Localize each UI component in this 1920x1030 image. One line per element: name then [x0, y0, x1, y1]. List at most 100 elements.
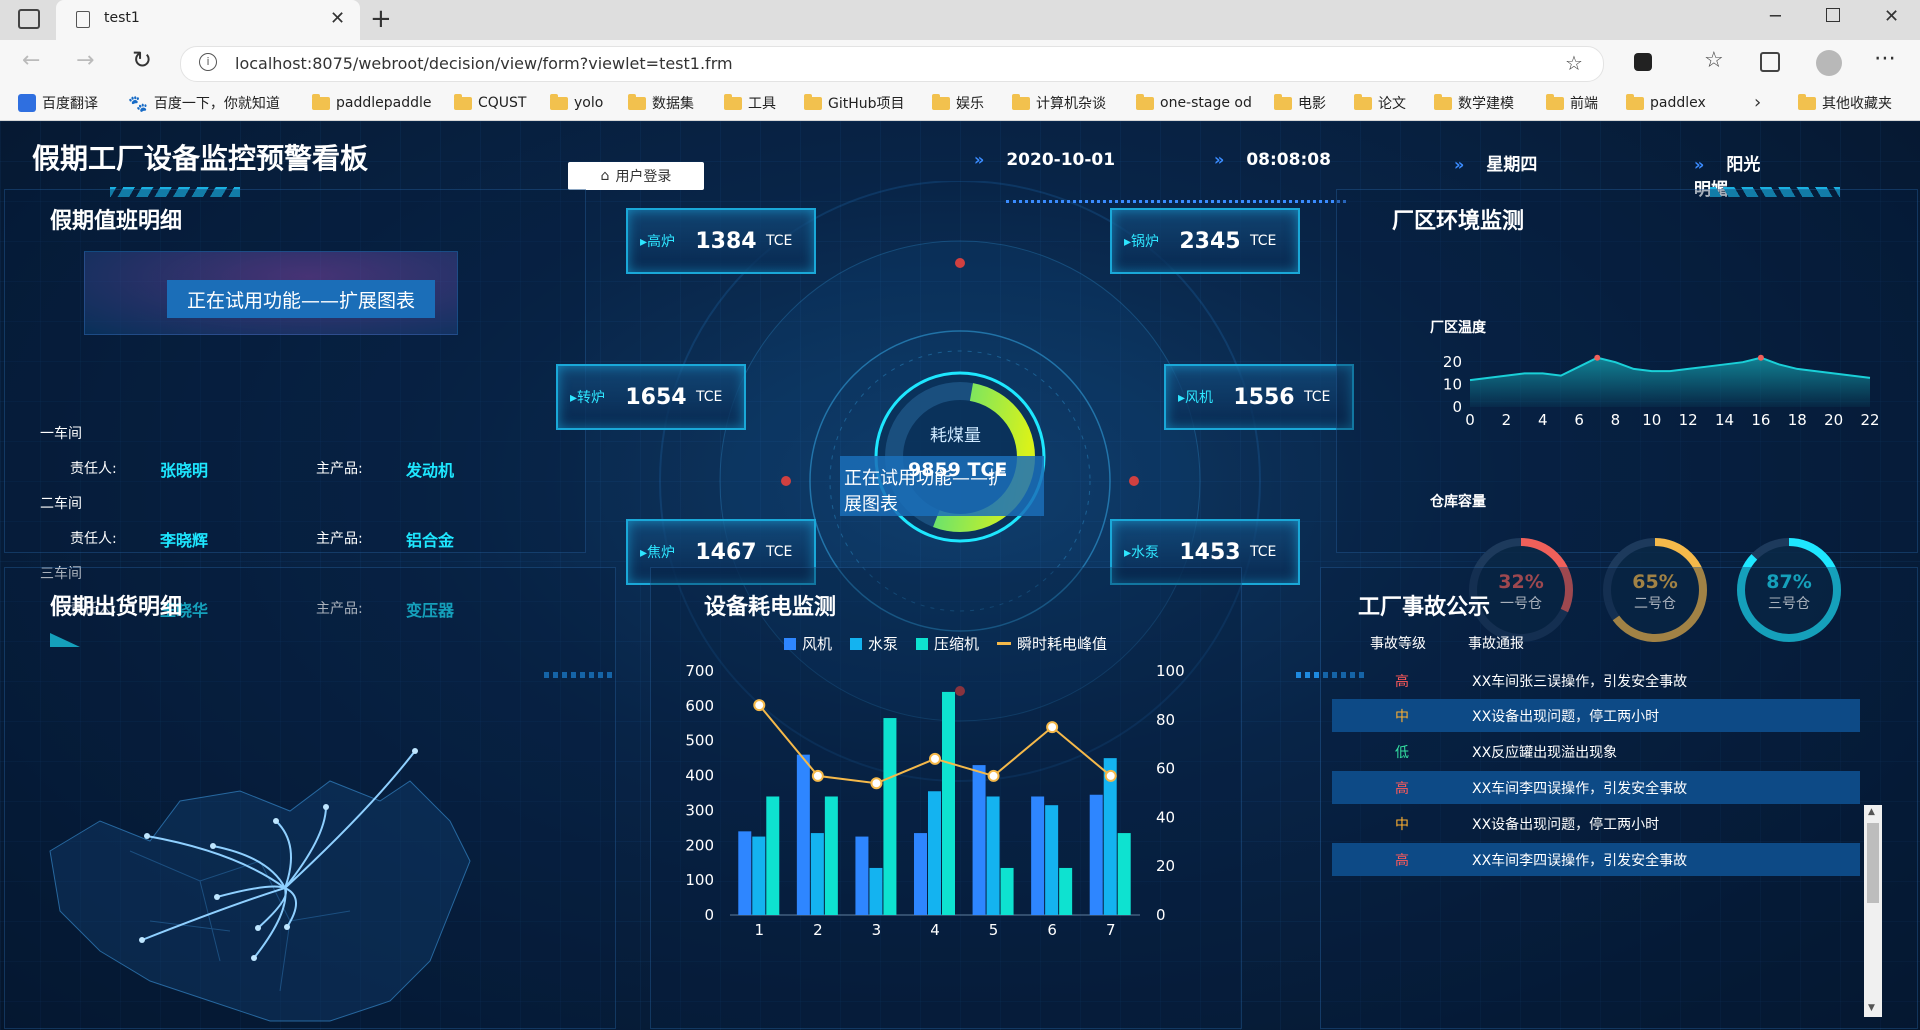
scrollbar-thumb[interactable]	[1867, 823, 1879, 903]
folder-icon	[1546, 93, 1564, 110]
bookmark-item[interactable]: 数学建模	[1434, 92, 1514, 114]
x-tick-label: 1	[755, 921, 765, 939]
temperature-label: 厂区温度	[1430, 320, 1486, 336]
metric-label: ▸高炉	[640, 234, 676, 250]
metric-card-blast-furnace: ▸高炉 1384 TCE	[626, 208, 816, 274]
url-field[interactable]: i localhost:8075/webroot/decision/view/f…	[180, 46, 1604, 82]
close-window-icon[interactable]: ✕	[1884, 6, 1899, 27]
info-icon[interactable]: i	[199, 53, 217, 71]
profile-avatar[interactable]	[1816, 50, 1842, 76]
legend-compressor[interactable]: 压缩机	[916, 633, 979, 654]
accident-row[interactable]: 高 XX车间张三误操作，引发安全事故	[1332, 664, 1860, 697]
tab-title: test1	[104, 10, 140, 26]
product-label: 主产品:	[316, 531, 363, 547]
time-item: » 08:08:08	[1214, 150, 1331, 170]
bookmark-item[interactable]: 数据集	[628, 92, 694, 114]
storage-label: 仓库容量	[1430, 494, 1486, 510]
peak-point	[811, 769, 824, 782]
folder-icon	[1274, 93, 1292, 110]
restore-icon[interactable]	[1826, 8, 1840, 22]
tab-actions-icon[interactable]	[18, 9, 40, 29]
collections-icon[interactable]	[1760, 52, 1780, 72]
duty-title: 假期值班明细	[50, 209, 183, 234]
accident-row[interactable]: 中 XX设备出现问题，停工两小时	[1332, 699, 1860, 732]
bar-风机	[855, 836, 869, 915]
accident-row[interactable]: 低 XX反应罐出现溢出现象	[1332, 735, 1860, 768]
close-tab-icon[interactable]: ✕	[330, 8, 345, 29]
bookmark-item[interactable]: 娱乐	[932, 92, 984, 114]
legend-pump[interactable]: 水泵	[850, 633, 898, 654]
x-tick-label: 8	[1611, 411, 1621, 429]
legend-peak[interactable]: 瞬时耗电峰值	[997, 633, 1107, 654]
metric-value: 2345	[1179, 228, 1241, 254]
bar-水泵	[928, 791, 941, 915]
bookmark-item[interactable]: 电影	[1274, 92, 1326, 114]
shipping-route	[146, 835, 286, 889]
trial-banner: 正在试用功能——扩展图表	[84, 251, 458, 335]
x-tick-label: 4	[1538, 411, 1548, 429]
more-menu-icon[interactable]: ⋯	[1874, 46, 1896, 71]
y-tick-label: 20	[1443, 353, 1462, 371]
power-legend: 风机 水泵 压缩机 瞬时耗电峰值	[784, 633, 1107, 654]
shipping-destination	[139, 937, 145, 943]
folder-icon	[724, 93, 742, 110]
extension-icon[interactable]	[1634, 53, 1652, 71]
accident-row[interactable]: 高 XX车间李四误操作，引发安全事故	[1332, 843, 1860, 876]
accident-scrollbar[interactable]: ▲ ▼	[1864, 805, 1882, 1017]
bookmark-item[interactable]: 其他收藏夹	[1798, 92, 1892, 114]
time-text: 08:08:08	[1246, 150, 1331, 170]
bar-风机	[1089, 794, 1103, 915]
shipping-destination	[412, 748, 418, 754]
bar-风机	[738, 831, 752, 915]
legend-fan[interactable]: 风机	[784, 633, 832, 654]
bookmark-item[interactable]: 🐾 百度一下，你就知道	[128, 92, 280, 114]
more-bookmarks-icon[interactable]: ›	[1754, 92, 1761, 113]
back-icon[interactable]: ←	[22, 48, 40, 73]
x-tick-label: 2	[813, 921, 823, 939]
y-tick-label: 200	[685, 836, 714, 854]
minimize-icon[interactable]: ─	[1770, 6, 1781, 27]
date-item: » 2020-10-01	[974, 150, 1115, 170]
accident-row[interactable]: 高 XX车间李四误操作，引发安全事故	[1332, 771, 1860, 804]
favorites-icon[interactable]: ☆	[1704, 48, 1724, 73]
duty-product: 铝合金	[406, 531, 455, 550]
gauge-label: 耗煤量	[930, 426, 981, 446]
accident-level: 高	[1395, 673, 1409, 690]
browser-tab[interactable]: test1 ✕	[56, 0, 360, 40]
bookmark-item[interactable]: 前端	[1546, 92, 1598, 114]
bookmark-item[interactable]: paddlepaddle	[312, 92, 431, 114]
bookmark-item[interactable]: 计算机杂谈	[1012, 92, 1106, 114]
add-favorite-icon[interactable]: ☆	[1565, 51, 1583, 75]
folder-icon	[804, 93, 822, 110]
scroll-up-icon[interactable]: ▲	[1868, 807, 1875, 817]
forward-icon[interactable]: →	[76, 48, 94, 73]
person-label: 责任人:	[70, 461, 117, 477]
new-tab-icon[interactable]: +	[370, 4, 392, 34]
temperature-area	[1470, 357, 1870, 407]
bookmark-item[interactable]: CQUST	[454, 92, 526, 114]
page-title: 假期工厂设备监控预警看板	[32, 142, 369, 175]
scroll-down-icon[interactable]: ▼	[1868, 1003, 1875, 1013]
folder-icon	[1136, 93, 1154, 110]
bar-风机	[1031, 796, 1045, 915]
bookmark-item[interactable]: 论文	[1354, 92, 1406, 114]
accident-level: 中	[1395, 708, 1409, 725]
peak-point	[929, 752, 941, 765]
accident-row[interactable]: 中 XX设备出现问题，停工两小时	[1332, 807, 1860, 840]
metric-label: ▸锅炉	[1124, 234, 1160, 250]
bookmark-item[interactable]: yolo	[550, 92, 603, 114]
product-label: 主产品:	[316, 461, 363, 477]
person-label: 责任人:	[70, 531, 117, 547]
x-tick-label: 6	[1574, 411, 1584, 429]
bookmark-item[interactable]: one-stage od	[1136, 92, 1252, 114]
shipping-destination	[284, 924, 290, 930]
y-tick-label: 400	[685, 767, 714, 785]
shipping-destination	[210, 843, 216, 849]
refresh-icon[interactable]: ↻	[132, 46, 152, 74]
login-button[interactable]: ⌂ 用户登录	[568, 162, 704, 190]
bookmark-item[interactable]: 百度翻译	[18, 92, 98, 114]
bookmark-item[interactable]: GitHub项目	[804, 92, 905, 114]
bookmark-item[interactable]: 工具	[724, 92, 776, 114]
bookmark-item[interactable]: paddlex	[1626, 92, 1706, 114]
bar-水泵	[869, 867, 883, 915]
